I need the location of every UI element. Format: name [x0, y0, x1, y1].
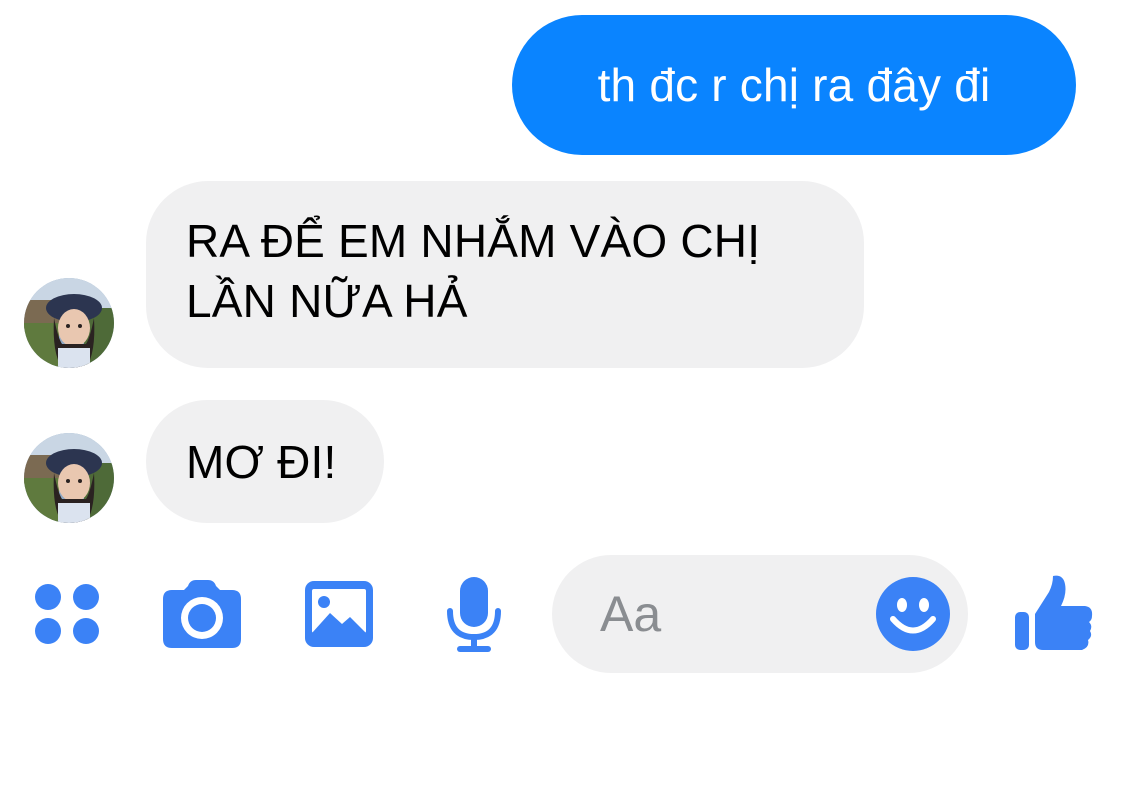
- sender-avatar[interactable]: [24, 278, 114, 368]
- avatar-photo: [24, 433, 114, 523]
- message-text: th đc r chị ra đây đi: [597, 59, 991, 111]
- avatar-photo: [24, 278, 114, 368]
- message-text-line: RA ĐỂ EM NHẮM VÀO CHỊ: [186, 215, 761, 267]
- message-text-line: LẦN NỮA HẢ: [186, 275, 468, 327]
- incoming-message-bubble[interactable]: RA ĐỂ EM NHẮM VÀO CHỊ LẦN NỮA HẢ: [146, 181, 864, 368]
- camera-icon[interactable]: [162, 578, 242, 648]
- sender-avatar[interactable]: [24, 433, 114, 523]
- emoji-icon[interactable]: [875, 576, 951, 652]
- thumbs-up-icon[interactable]: [1013, 572, 1095, 654]
- message-text: MƠ ĐI!: [186, 435, 337, 488]
- apps-icon[interactable]: [34, 583, 100, 645]
- photo-icon[interactable]: [304, 580, 374, 648]
- message-composer[interactable]: [552, 555, 968, 673]
- message-input[interactable]: [600, 584, 860, 644]
- incoming-message-bubble[interactable]: MƠ ĐI!: [146, 400, 384, 523]
- microphone-icon[interactable]: [444, 575, 504, 653]
- outgoing-message-bubble[interactable]: th đc r chị ra đây đi: [512, 15, 1076, 155]
